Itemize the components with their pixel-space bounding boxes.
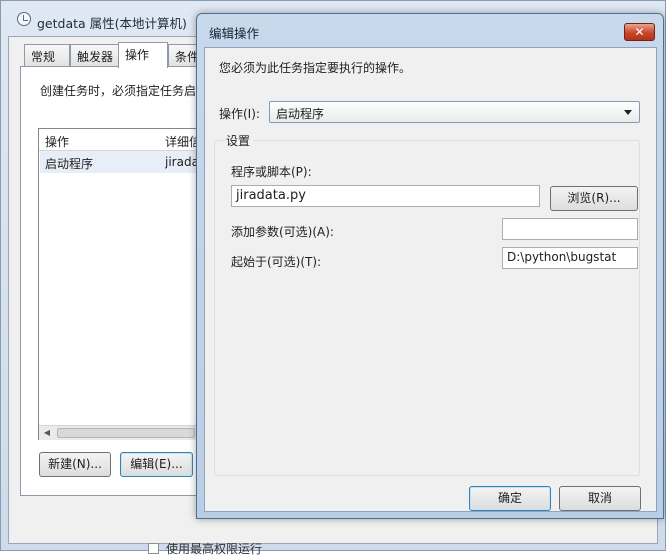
dialog-title: 编辑操作 [209, 26, 260, 41]
start-in-input[interactable]: D:\python\bugstat [502, 247, 638, 269]
horizontal-scrollbar[interactable]: ◀ [39, 425, 197, 440]
scroll-thumb[interactable] [57, 428, 195, 438]
tab-triggers[interactable]: 触发器 [70, 44, 120, 66]
program-input[interactable]: jiradata.py [231, 185, 540, 207]
column-header-action[interactable]: 操作 [45, 133, 69, 150]
program-label: 程序或脚本(P): [231, 165, 312, 179]
row-action-cell: 启动程序 [45, 157, 94, 171]
browse-button[interactable]: 浏览(R)... [550, 186, 638, 211]
chevron-down-icon [624, 110, 632, 115]
list-header: 操作 详细信 [39, 129, 201, 151]
cancel-button[interactable]: 取消 [559, 486, 641, 511]
tab-general[interactable]: 常规 [24, 44, 70, 66]
window-title: getdata 属性(本地计算机) [37, 16, 187, 31]
dialog-client-area: 您必须为此任务指定要执行的操作。 操作(I): 启动程序 设置 程序或脚本(P)… [204, 47, 657, 512]
highest-privileges-checkbox[interactable] [148, 543, 159, 554]
clock-icon [17, 12, 31, 26]
dialog-instruction: 您必须为此任务指定要执行的操作。 [219, 61, 412, 75]
arguments-input[interactable] [502, 218, 638, 240]
action-select-value: 启动程序 [276, 107, 325, 121]
actions-list[interactable]: 操作 详细信 启动程序 jirada ◀ [38, 128, 201, 440]
edit-action-button[interactable]: 编辑(E)... [120, 452, 193, 477]
arguments-label: 添加参数(可选)(A): [231, 225, 334, 239]
tab-actions[interactable]: 操作 [118, 42, 168, 68]
row-detail-cell: jirada [165, 155, 197, 169]
scroll-left-icon[interactable]: ◀ [41, 427, 53, 439]
table-row[interactable]: 启动程序 jirada [40, 151, 197, 173]
ok-button[interactable]: 确定 [469, 486, 551, 511]
action-select[interactable]: 启动程序 [269, 101, 640, 123]
highest-privileges-label: 使用最高权限运行 [166, 542, 263, 556]
edit-action-dialog: 编辑操作 ✕ 您必须为此任务指定要执行的操作。 操作(I): 启动程序 设置 程… [196, 13, 664, 519]
settings-group-label: 设置 [223, 132, 254, 149]
actions-description: 创建任务时，必须指定任务启 [40, 84, 197, 98]
new-action-button[interactable]: 新建(N)... [39, 452, 111, 477]
action-label: 操作(I): [219, 107, 260, 121]
start-in-label: 起始于(可选)(T): [231, 255, 322, 269]
close-button[interactable]: ✕ [624, 23, 655, 41]
